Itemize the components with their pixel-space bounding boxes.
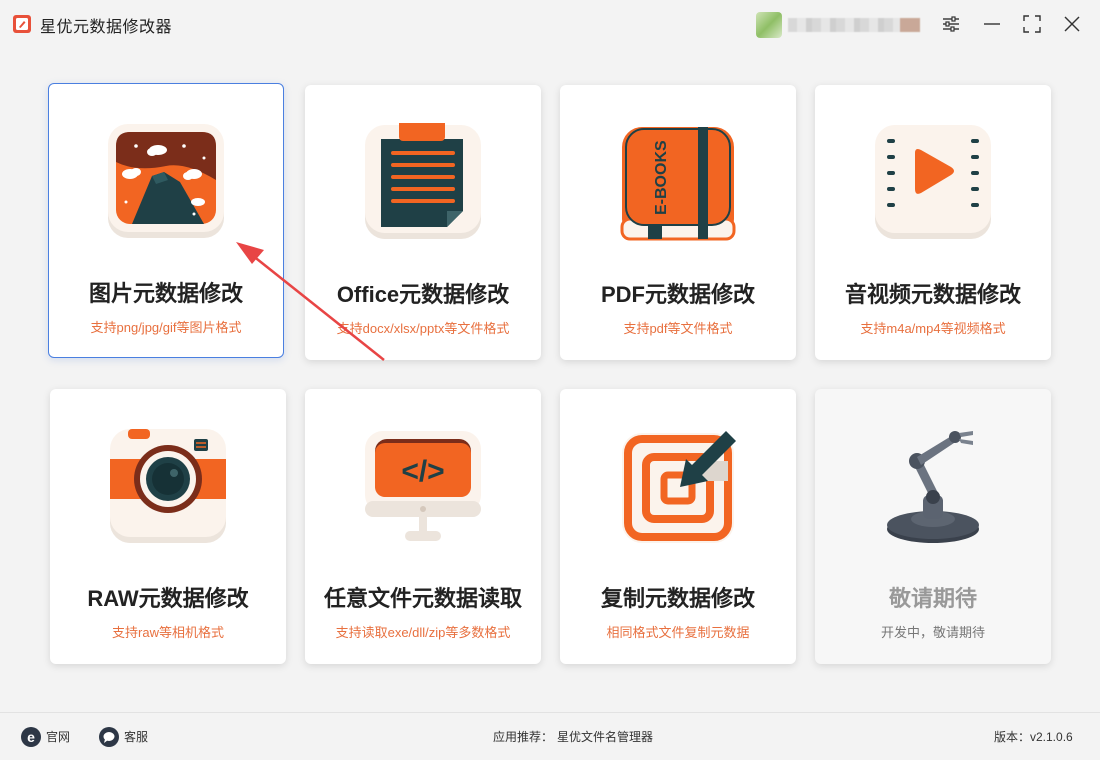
card-subtitle: 支持raw等相机格式 [112, 625, 224, 640]
settings-icon [943, 16, 959, 32]
card-subtitle: 相同格式文件复制元数据 [606, 625, 750, 640]
robot-arm-icon [887, 431, 979, 543]
card-title: 敬请期待 [888, 586, 977, 611]
app-logo-icon [13, 15, 31, 33]
document-icon [365, 123, 481, 239]
code-symbol: </> [401, 455, 444, 488]
maximize-icon [1023, 15, 1041, 33]
copy-target-icon [622, 431, 736, 543]
card-office-metadata[interactable]: Office元数据修改 支持docx/xlsx/pptx等文件格式 [305, 85, 541, 360]
user-account[interactable] [756, 12, 921, 38]
avatar [756, 12, 782, 38]
close-icon [1064, 16, 1080, 32]
card-image-metadata[interactable]: 图片元数据修改 支持png/jpg/gif等图片格式 [48, 83, 284, 358]
code-monitor-icon: </> [365, 431, 481, 541]
card-subtitle: 支持docx/xlsx/pptx等文件格式 [336, 321, 510, 336]
website-icon: e [21, 727, 41, 747]
recommend-app-link[interactable]: 星优文件名管理器 [557, 727, 653, 747]
card-title: PDF元数据修改 [600, 282, 755, 307]
settings-button[interactable] [939, 12, 963, 36]
card-title: Office元数据修改 [336, 282, 510, 307]
card-pdf-metadata[interactable]: E-BOOKS PDF元数据修改 支持pdf等文件格式 [560, 85, 796, 360]
image-icon [108, 124, 224, 238]
card-av-metadata[interactable]: 音视频元数据修改 支持m4a/mp4等视频格式 [815, 85, 1051, 360]
card-anyfile-metadata[interactable]: </> 任意文件元数据读取 支持读取exe/dll/zip等多数格式 [305, 389, 541, 664]
ebook-icon: E-BOOKS [620, 127, 736, 241]
version-text: 版本：v2.1.0.6 [994, 730, 1073, 744]
minimize-button[interactable] [980, 12, 1004, 36]
card-title: 复制元数据修改 [600, 586, 755, 611]
app-title: 星优元数据修改器 [40, 19, 173, 36]
card-title: RAW元数据修改 [87, 586, 249, 611]
card-coming-soon: 敬请期待 开发中，敬请期待 [815, 389, 1051, 664]
card-subtitle: 支持png/jpg/gif等图片格式 [90, 320, 242, 335]
minimize-icon [984, 23, 1000, 25]
card-subtitle: 支持pdf等文件格式 [623, 321, 733, 336]
close-button[interactable] [1060, 12, 1084, 36]
camera-icon [110, 429, 226, 543]
ebook-label: E-BOOKS [653, 140, 670, 215]
card-title: 任意文件元数据读取 [323, 586, 522, 611]
maximize-button[interactable] [1020, 12, 1044, 36]
footer-bar: e 官网 客服 应用推荐： 星优文件名管理器 版本：v2.1.0.6 [0, 712, 1100, 760]
card-copy-metadata[interactable]: 复制元数据修改 相同格式文件复制元数据 [560, 389, 796, 664]
svg-text:e: e [27, 729, 35, 745]
card-subtitle: 支持读取exe/dll/zip等多数格式 [335, 625, 511, 640]
support-link[interactable]: 客服 [124, 727, 148, 747]
card-title: 图片元数据修改 [88, 281, 243, 306]
video-icon [875, 125, 991, 239]
card-title: 音视频元数据修改 [844, 282, 1021, 307]
website-link[interactable]: 官网 [46, 727, 70, 747]
card-subtitle: 开发中，敬请期待 [880, 625, 985, 640]
username-redacted [788, 18, 920, 32]
card-raw-metadata[interactable]: RAW元数据修改 支持raw等相机格式 [50, 389, 286, 664]
support-icon [99, 727, 119, 747]
card-subtitle: 支持m4a/mp4等视频格式 [860, 321, 1006, 336]
title-bar: 星优元数据修改器 [0, 0, 1100, 48]
recommend-label: 应用推荐： [493, 730, 554, 744]
